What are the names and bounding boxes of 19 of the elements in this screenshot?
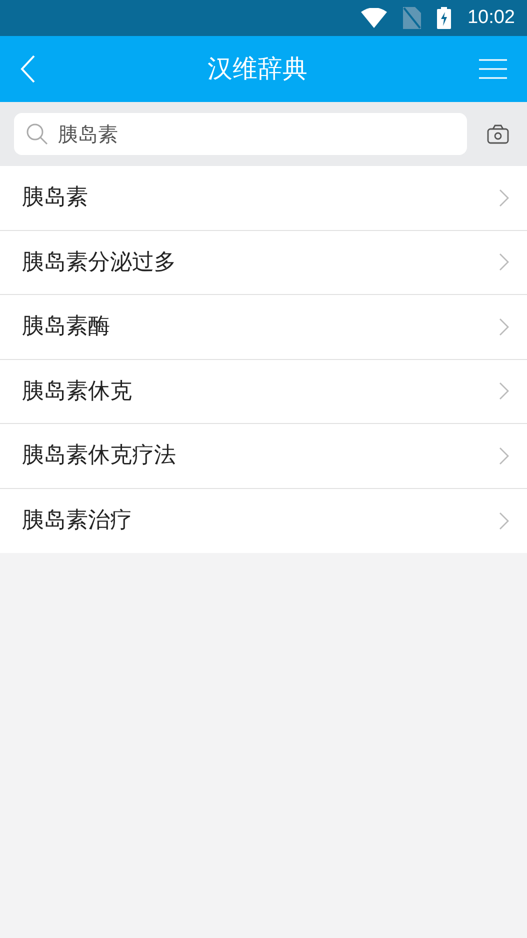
result-item[interactable]: 胰岛素治疗 [0,488,527,553]
result-item[interactable]: 胰岛素酶 [0,295,527,360]
search-bar[interactable]: 胰岛素 [14,113,467,155]
battery-charging-icon [437,7,452,29]
status-time: 10:02 [467,6,515,30]
result-item[interactable]: 胰岛素休克 [0,360,527,424]
wifi-icon [361,8,388,28]
chevron-right-icon [499,382,509,400]
search-icon [26,123,48,145]
result-item[interactable]: 胰岛素 [0,166,527,230]
result-item[interactable]: 胰岛素休克疗法 [0,424,527,488]
chevron-right-icon [499,512,509,530]
header-title: 汉维辞典 [208,53,308,86]
result-item[interactable]: 胰岛素分泌过多 [0,230,527,295]
chevron-right-icon [499,318,509,336]
no-sim-icon [403,7,422,29]
chevron-right-icon [499,188,509,207]
chevron-right-icon [499,253,509,272]
chevron-right-icon [499,446,509,465]
